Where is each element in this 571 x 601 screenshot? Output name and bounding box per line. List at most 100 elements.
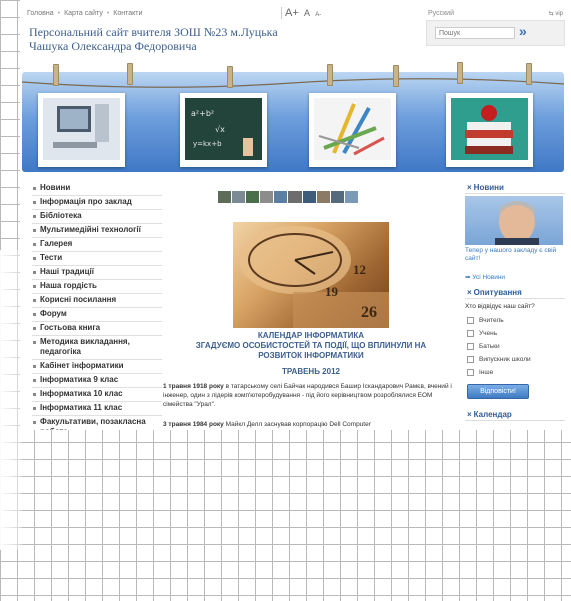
banner-photo-computer bbox=[38, 93, 125, 167]
menu-item-gallery[interactable]: Галерея bbox=[32, 238, 162, 252]
menu-item-multimedia[interactable]: Мультимедійні технології bbox=[32, 224, 162, 238]
nav-home-link[interactable]: Головна bbox=[27, 10, 54, 17]
thumbnail-strip[interactable] bbox=[218, 191, 358, 203]
clothespin-icon bbox=[227, 66, 233, 88]
menu-item-traditions[interactable]: Наші традиції bbox=[32, 266, 162, 280]
thumbnail[interactable] bbox=[274, 191, 288, 203]
menu-item-library[interactable]: Бібліотека bbox=[32, 210, 162, 224]
news-widget-title-text: Новини bbox=[473, 183, 504, 192]
calendar-widget-title: × Календар bbox=[465, 409, 565, 421]
clothespin-icon bbox=[127, 63, 133, 85]
poll-option[interactable]: Випускник школи bbox=[467, 353, 565, 366]
thumbnail[interactable] bbox=[302, 191, 316, 203]
news-photo[interactable] bbox=[465, 196, 563, 245]
calendar-number: 26 bbox=[361, 304, 377, 321]
paragraph-date: 3 травня 1984 року bbox=[163, 421, 224, 428]
article-paragraph: 1 травня 1918 року в татарському селі Ба… bbox=[163, 382, 453, 409]
paragraph-date: 1 травня 1918 року bbox=[163, 383, 224, 390]
calendar-widget-title-text: Календар bbox=[473, 410, 512, 419]
article-title-line1: КАЛЕНДАР ІНФОРМАТИКА bbox=[257, 331, 365, 340]
poll-option-label: Вчитель bbox=[479, 317, 504, 324]
poll-option[interactable]: Вчитель bbox=[467, 314, 565, 327]
books-apple-icon bbox=[451, 98, 528, 160]
article-title-line3: РОЗВИТОК ІНФОРМАТИКИ bbox=[258, 351, 364, 360]
clothespin-icon bbox=[526, 63, 532, 85]
thumbnail[interactable] bbox=[288, 191, 302, 203]
menu-item-news[interactable]: Новини bbox=[32, 182, 162, 196]
page-viewport: Головна • Карта сайту • Контакти A+ A A- Рус… bbox=[20, 0, 571, 430]
article-month: ТРАВЕНЬ 2012 bbox=[282, 367, 340, 376]
poll-option[interactable]: Батьки bbox=[467, 340, 565, 353]
poll-checkbox[interactable] bbox=[467, 356, 474, 363]
nav-separator: • bbox=[106, 10, 110, 17]
poll-option-label: Учень bbox=[479, 330, 498, 337]
thumbnail[interactable] bbox=[260, 191, 274, 203]
menu-item-links[interactable]: Корисні посилання bbox=[32, 294, 162, 308]
clothespin-icon bbox=[327, 64, 333, 86]
svg-text:y=kx+b: y=kx+b bbox=[193, 140, 222, 148]
main-menu: Новини Інформація про заклад Бібліотека … bbox=[32, 182, 162, 430]
menu-item-grade9[interactable]: Інформатика 9 клас bbox=[32, 374, 162, 388]
banner-photo-pencils bbox=[309, 93, 396, 167]
all-news-link[interactable]: ➡ Усі Новини bbox=[465, 273, 565, 281]
menu-item-grade11[interactable]: Інформатика 11 клас bbox=[32, 402, 162, 416]
thumbnail[interactable] bbox=[218, 191, 232, 203]
language-switch[interactable]: Русский bbox=[428, 10, 454, 17]
bullet-icon: × bbox=[467, 183, 472, 192]
menu-item-forum[interactable]: Форум bbox=[32, 308, 162, 322]
menu-item-about[interactable]: Інформація про заклад bbox=[32, 196, 162, 210]
bullet-icon: × bbox=[467, 410, 472, 419]
poll-checkbox[interactable] bbox=[467, 330, 474, 337]
site-title[interactable]: Персональний сайт вчителя ЗОШ №23 м.Луць… bbox=[29, 25, 278, 53]
banner-photo-blackboard: a²+b² √x y=kx+b bbox=[180, 93, 267, 167]
menu-item-electives[interactable]: Факультативи, позакласна робота, bbox=[32, 416, 162, 430]
menu-item-guestbook[interactable]: Гостьова книга bbox=[32, 322, 162, 336]
paragraph-text: Майкл Делл заснував корпорацію Dell Comp… bbox=[223, 421, 371, 428]
poll-option-label: Випускник школи bbox=[479, 356, 531, 363]
edge-fade bbox=[0, 250, 22, 550]
nav-sitemap-link[interactable]: Карта сайту bbox=[64, 10, 103, 17]
menu-item-grade10[interactable]: Інформатика 10 клас bbox=[32, 388, 162, 402]
news-caption-link[interactable]: Тепер у нашого закладу є свій сайт! bbox=[465, 247, 565, 263]
search-button[interactable]: » bbox=[519, 23, 527, 39]
thumbnail[interactable] bbox=[344, 191, 358, 203]
thumbnail[interactable] bbox=[330, 191, 344, 203]
article-paragraph: 3 травня 1984 року Майкл Делл заснував к… bbox=[163, 420, 453, 429]
menu-item-pride[interactable]: Наша гордість bbox=[32, 280, 162, 294]
poll-option[interactable]: Учень bbox=[467, 327, 565, 340]
poll-option[interactable]: Інше bbox=[467, 366, 565, 379]
poll-question: Хто відвідує наш сайт? bbox=[465, 303, 535, 310]
vote-button[interactable]: Відповісти! bbox=[467, 384, 529, 399]
nav-contacts-link[interactable]: Контакти bbox=[113, 10, 142, 17]
clothespin-icon bbox=[53, 64, 59, 86]
site-title-line2: Чашука Олександра Федоровича bbox=[29, 39, 197, 53]
news-widget-title: × Новини bbox=[465, 182, 565, 194]
person-photo-icon bbox=[495, 201, 539, 245]
poll-widget-title: × Опитування bbox=[465, 287, 565, 299]
clothespin-icon bbox=[457, 62, 463, 84]
blackboard-icon: a²+b² √x y=kx+b bbox=[185, 98, 262, 160]
poll-checkbox[interactable] bbox=[467, 317, 474, 324]
article-title-line2: ЗГАДУЄМО ОСОБИСТОСТЕЙ ТА ПОДІЇ, ЩО ВПЛИН… bbox=[195, 341, 427, 350]
thumbnail[interactable] bbox=[316, 191, 330, 203]
menu-item-tests[interactable]: Тести bbox=[32, 252, 162, 266]
search-input[interactable] bbox=[435, 27, 515, 39]
menu-item-methodology[interactable]: Методика викладання, педагогіка bbox=[32, 336, 162, 360]
pencils-icon bbox=[314, 98, 391, 160]
thumbnail[interactable] bbox=[232, 191, 246, 203]
font-normal-button[interactable]: A bbox=[304, 8, 310, 18]
poll-widget-title-text: Опитування bbox=[473, 288, 522, 297]
poll-options: Вчитель Учень Батьки Випускник школи Інш… bbox=[465, 314, 565, 379]
menu-item-cabinet[interactable]: Кабінет інформатики bbox=[32, 360, 162, 374]
poll-option-label: Інше bbox=[479, 369, 494, 376]
right-sidebar: × Новини Тепер у нашого закладу є свій са… bbox=[465, 182, 565, 421]
font-decrease-button[interactable]: A- bbox=[315, 12, 321, 18]
site-title-line1: Персональний сайт вчителя ЗОШ №23 м.Луць… bbox=[29, 25, 278, 39]
font-increase-button[interactable]: A+ bbox=[285, 7, 299, 19]
poll-checkbox[interactable] bbox=[467, 369, 474, 376]
poll-checkbox[interactable] bbox=[467, 343, 474, 350]
thumbnail[interactable] bbox=[246, 191, 260, 203]
poll-option-label: Батьки bbox=[479, 343, 500, 350]
computer-icon bbox=[43, 98, 120, 160]
version-switch[interactable]: ⇆ vip bbox=[549, 10, 563, 17]
